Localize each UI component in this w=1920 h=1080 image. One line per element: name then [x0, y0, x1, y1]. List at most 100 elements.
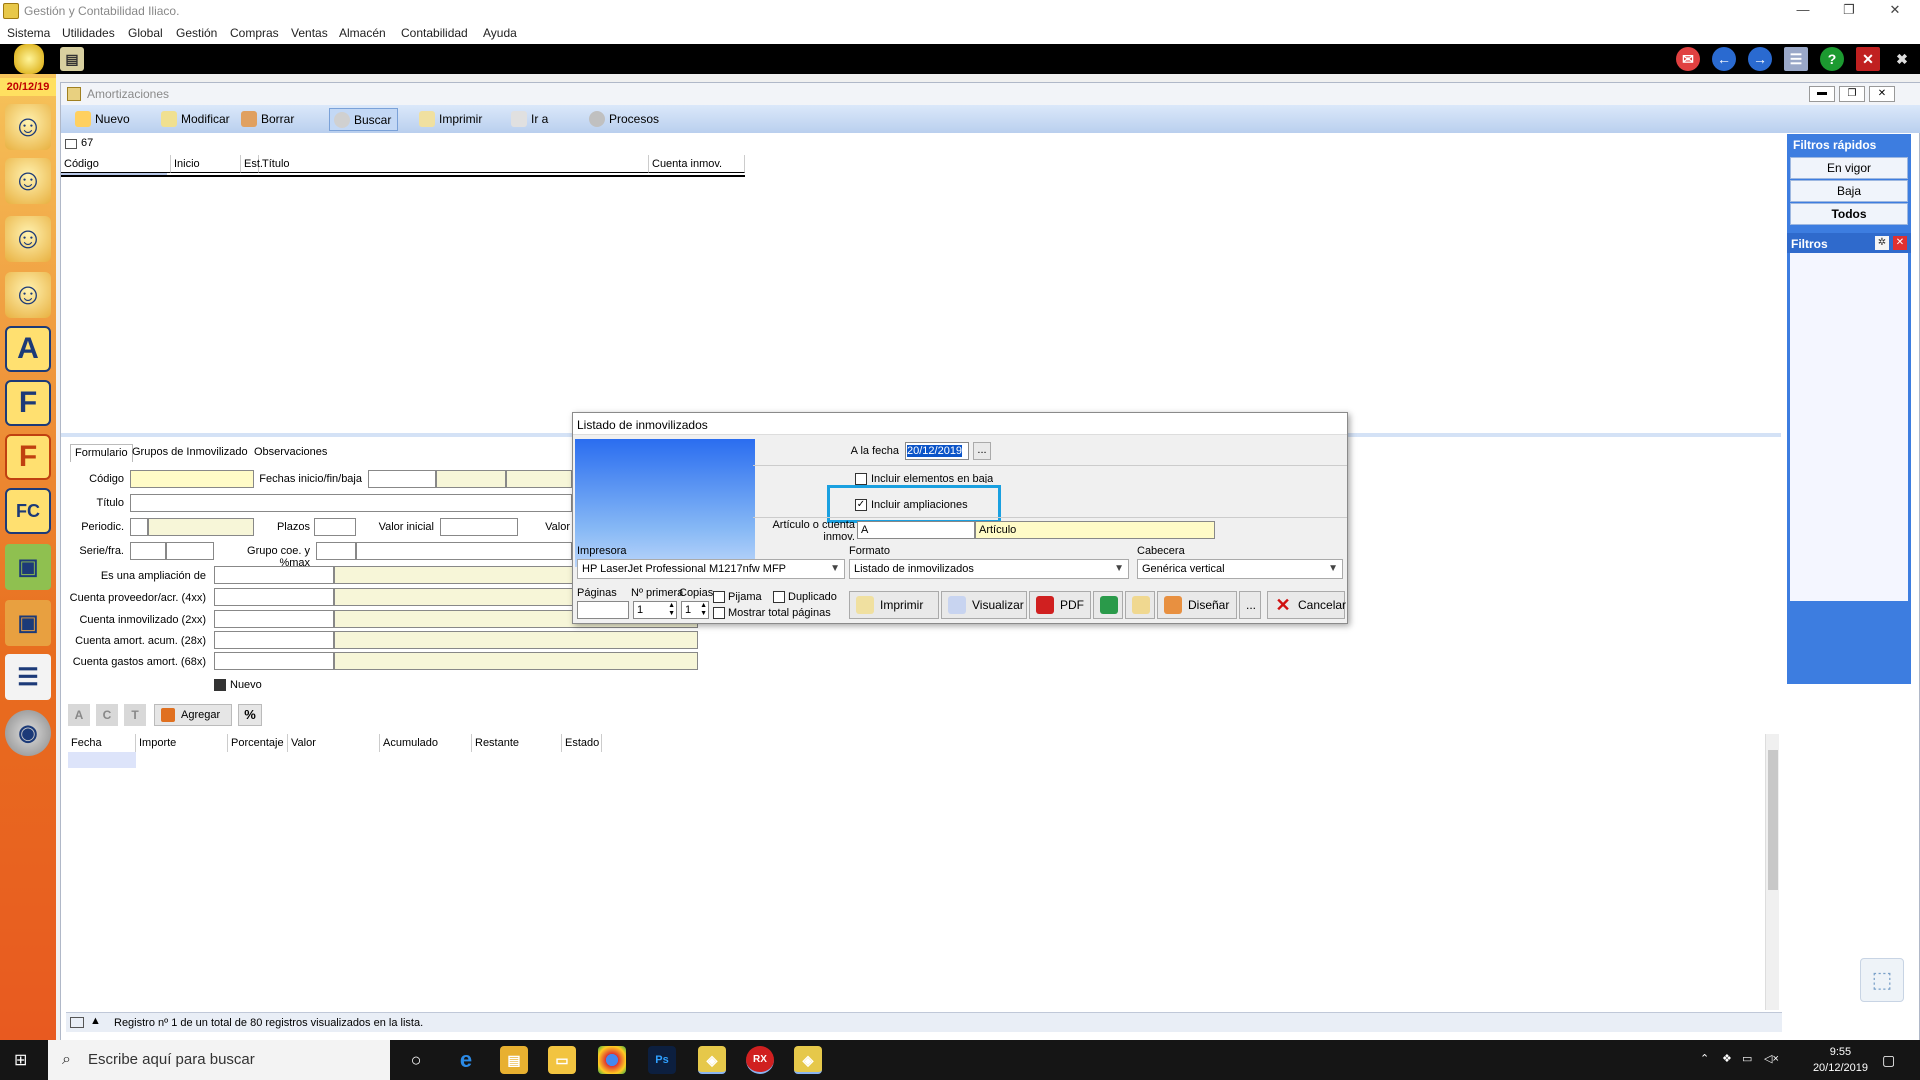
module-restore-button[interactable]: ❐ — [1839, 86, 1865, 102]
box-green-icon[interactable]: ▣ — [5, 544, 51, 590]
ampliacion-code-input[interactable] — [214, 566, 334, 584]
col-cuenta[interactable]: Cuenta inmov. — [649, 155, 745, 173]
col-inicio[interactable]: Inicio — [171, 155, 241, 173]
clock[interactable]: 9:55 20/12/2019 — [1813, 1044, 1868, 1076]
visualizar-button[interactable]: Visualizar — [941, 591, 1027, 619]
t-button[interactable]: T — [124, 704, 146, 726]
amort-acum-name-input[interactable] — [334, 631, 698, 649]
invoices-received-icon[interactable]: F — [5, 434, 51, 480]
windows-start-icon[interactable]: ⊞ — [14, 1052, 32, 1070]
incluir-baja-checkbox[interactable] — [855, 473, 867, 485]
invoices-icon[interactable]: F — [5, 380, 51, 426]
notes-app-icon[interactable]: ▤ — [500, 1046, 528, 1074]
notification-icon[interactable]: ▢ — [1882, 1052, 1895, 1069]
incluir-ampliaciones-checkbox[interactable]: ✓ — [855, 499, 867, 511]
mail-icon[interactable]: ✉ — [1676, 47, 1700, 71]
fecha-fin-input[interactable] — [436, 470, 506, 488]
periodic-name-input[interactable] — [148, 518, 254, 536]
factura-input[interactable] — [166, 542, 214, 560]
menu-ventas[interactable]: Ventas — [291, 26, 328, 40]
disenar-button[interactable]: Diseñar — [1157, 591, 1237, 619]
tab-formulario[interactable]: Formulario — [70, 444, 133, 462]
email-button[interactable] — [1125, 591, 1155, 619]
pdf-button[interactable]: PDF — [1029, 591, 1091, 619]
invoice-clients-icon[interactable]: FC — [5, 488, 51, 534]
percent-button[interactable]: % — [238, 704, 262, 726]
titulo-input[interactable] — [130, 494, 572, 512]
buscar-button[interactable]: Buscar — [329, 108, 399, 131]
primera-stepper[interactable]: 1 ▲ ▼ — [633, 601, 677, 619]
col-fecha[interactable]: Fecha — [68, 734, 136, 752]
menu-ayuda[interactable]: Ayuda — [483, 26, 517, 40]
exit-icon[interactable]: ✖ — [1890, 47, 1914, 71]
task-view-icon[interactable]: ○ — [402, 1046, 430, 1074]
menu-compras[interactable]: Compras — [230, 26, 279, 40]
grid-selected-cell[interactable] — [68, 752, 136, 768]
valor-inicial-input[interactable] — [440, 518, 518, 536]
c-button[interactable]: C — [96, 704, 118, 726]
client-icon[interactable]: ☺ — [5, 158, 51, 204]
a-button[interactable]: A — [68, 704, 90, 726]
articulo-code-input[interactable]: A — [857, 521, 975, 539]
filter-settings-icon[interactable]: ✲ — [1875, 236, 1889, 250]
notes-icon[interactable]: ▤ — [60, 47, 84, 71]
excel-button[interactable] — [1093, 591, 1123, 619]
col-restante[interactable]: Restante — [472, 734, 562, 752]
paginas-input[interactable] — [577, 601, 629, 619]
fecha-picker-button[interactable]: ... — [973, 442, 991, 460]
nuevo-checkbox[interactable] — [214, 679, 226, 691]
module-minimize-button[interactable]: ▬ — [1809, 86, 1835, 102]
fecha-input[interactable]: 20/12/2019 — [905, 442, 969, 460]
filter-en-vigor[interactable]: En vigor — [1790, 157, 1908, 179]
forward-arrow-icon[interactable]: → — [1748, 47, 1772, 71]
box-orange-icon[interactable]: ▣ — [5, 600, 51, 646]
ledger-icon[interactable]: ☰ — [5, 654, 51, 700]
fecha-inicio-input[interactable] — [368, 470, 436, 488]
disc-icon[interactable]: ◉ — [5, 710, 51, 756]
agent-icon[interactable]: ☺ — [5, 272, 51, 318]
stepper-arrows-icon[interactable]: ▲ ▼ — [668, 602, 675, 618]
menu-global[interactable]: Global — [128, 26, 163, 40]
grupo-max-input[interactable] — [356, 542, 572, 560]
menu-almacen[interactable]: Almacén — [339, 26, 386, 40]
gestion-app-icon[interactable]: ◈ — [698, 1046, 726, 1074]
plazos-input[interactable] — [314, 518, 356, 536]
formato-select[interactable]: Listado de inmovilizados ▼ — [849, 559, 1129, 579]
filter-close-icon[interactable]: ✕ — [1893, 236, 1907, 250]
list-selected-row[interactable] — [61, 173, 167, 175]
help-icon[interactable]: ? — [1820, 47, 1844, 71]
nuevo-button[interactable]: Nuevo — [71, 108, 136, 131]
chrome-icon[interactable] — [598, 1046, 626, 1074]
modificar-button[interactable]: Modificar — [157, 108, 236, 131]
menu-contabilidad[interactable]: Contabilidad — [401, 26, 468, 40]
articulo-name-input[interactable]: Artículo — [975, 521, 1215, 539]
close-session-icon[interactable]: ✕ — [1856, 47, 1880, 71]
supplier-icon[interactable]: ☺ — [5, 216, 51, 262]
inmovilizado-code-input[interactable] — [214, 610, 334, 628]
clients-group-icon[interactable]: ☺ — [5, 104, 51, 150]
cube-icon[interactable]: ⬚ — [1860, 958, 1904, 1002]
scrollbar-thumb[interactable] — [1768, 750, 1778, 890]
restore-button[interactable]: ❐ — [1826, 0, 1872, 22]
tray-chevron-icon[interactable]: ⌃ — [1700, 1052, 1709, 1065]
gastos-code-input[interactable] — [214, 652, 334, 670]
network-icon[interactable]: ▭ — [1742, 1052, 1752, 1065]
procesos-button[interactable]: Procesos — [585, 108, 665, 131]
gestion-app2-icon[interactable]: ◈ — [794, 1046, 822, 1074]
mostrar-checkbox[interactable] — [713, 607, 725, 619]
tab-grupos[interactable]: Grupos de Inmovilizado — [128, 444, 252, 462]
status-grid-icon[interactable] — [70, 1017, 84, 1028]
col-estado[interactable]: Est. — [241, 155, 263, 173]
close-button[interactable]: ✕ — [1872, 0, 1918, 22]
col-valor[interactable]: Valor — [288, 734, 380, 752]
menu-gestion[interactable]: Gestión — [176, 26, 217, 40]
rx-icon[interactable]: RX — [746, 1046, 774, 1074]
imprimir-button[interactable]: Imprimir — [415, 108, 488, 131]
articles-icon[interactable]: A — [5, 326, 51, 372]
col-importe[interactable]: Importe — [136, 734, 228, 752]
proveedor-code-input[interactable] — [214, 588, 334, 606]
dropbox-icon[interactable]: ❖ — [1722, 1052, 1732, 1065]
volume-icon[interactable]: ◁× — [1764, 1052, 1779, 1065]
back-arrow-icon[interactable]: ← — [1712, 47, 1736, 71]
explorer-icon[interactable]: ▭ — [548, 1046, 576, 1074]
